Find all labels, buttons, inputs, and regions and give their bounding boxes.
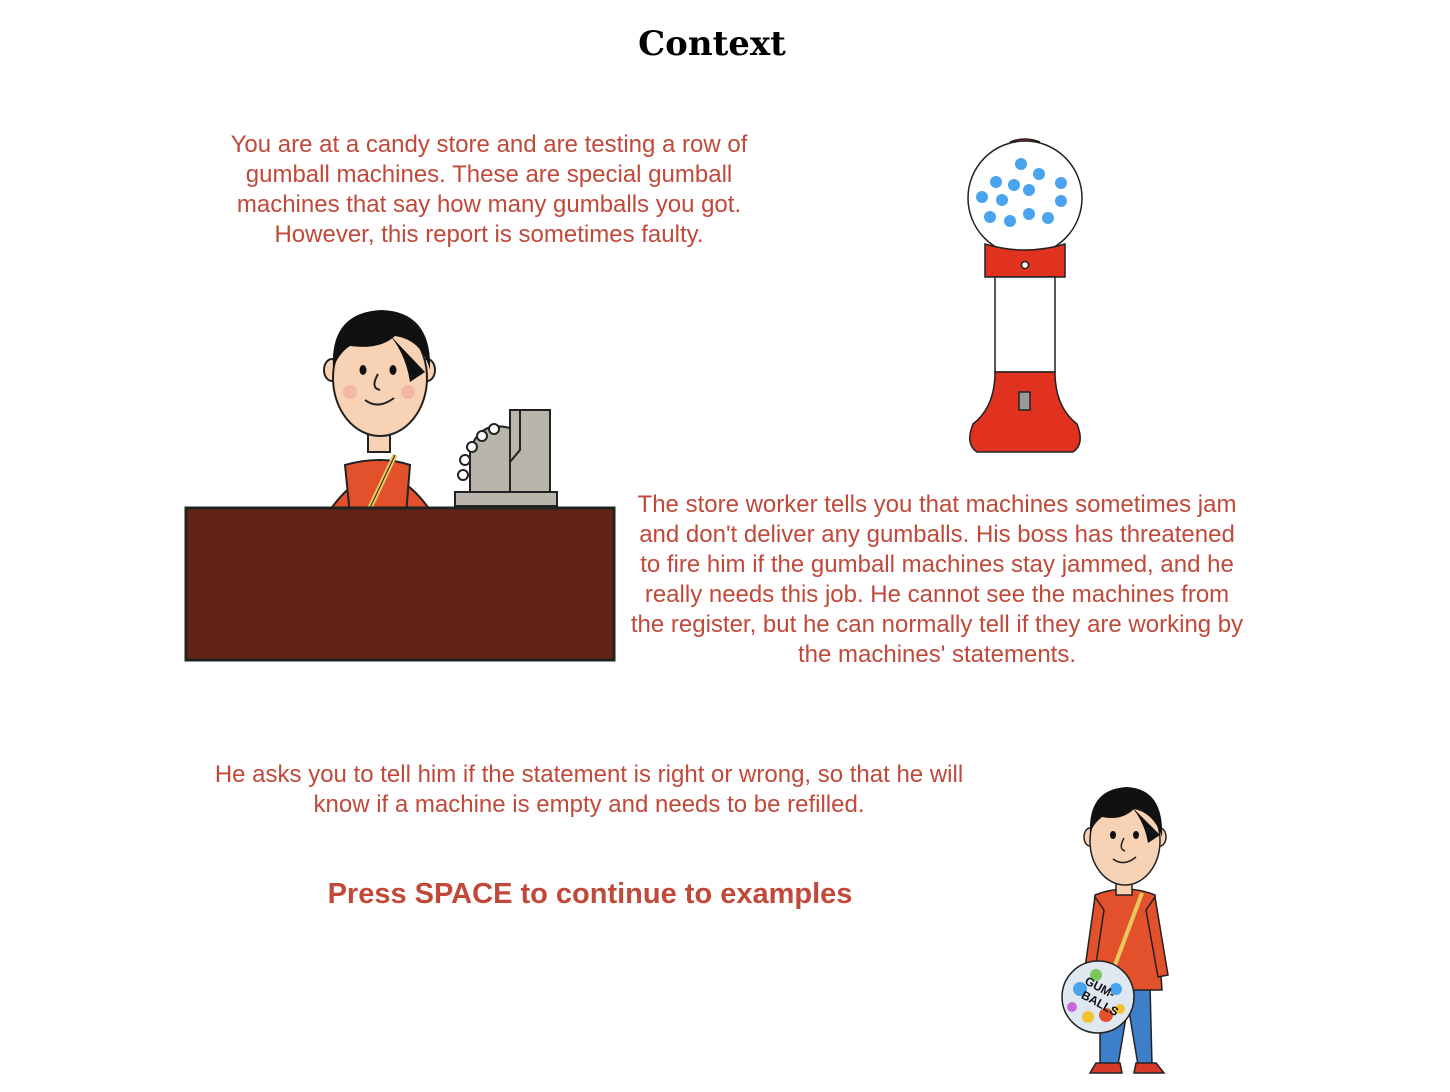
intro-paragraph: You are at a candy store and are testing… [230, 131, 748, 248]
cashier-illustration [184, 310, 616, 662]
gumball-machine-illustration [967, 138, 1083, 453]
store-counter [184, 506, 616, 662]
cash-register-icon [454, 409, 558, 507]
continue-prompt: Press SPACE to continue to examples [327, 878, 853, 910]
page-title: Context [638, 24, 786, 64]
instruction-screen: Context You are at a candy store and are… [0, 0, 1450, 1092]
gumball-bag-icon: GUM- BALLS [1061, 960, 1135, 1034]
worker-paragraph: The store worker tells you that machines… [630, 491, 1244, 668]
boy-illustration: GUM- BALLS [1061, 787, 1169, 1074]
request-paragraph: He asks you to tell him if the statement… [214, 761, 964, 818]
